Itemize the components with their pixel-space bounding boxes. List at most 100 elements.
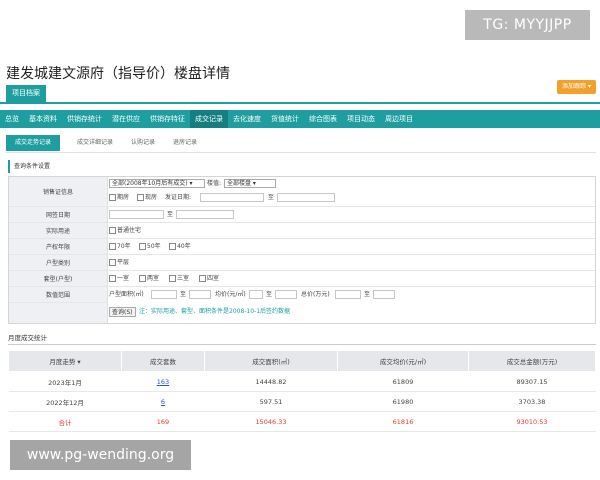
nav-sellthrough[interactable]: 去化速度 — [228, 110, 266, 128]
opt-70y[interactable]: 70年 — [109, 241, 131, 252]
row-usage: 实际用途 普通住宅 — [9, 223, 595, 239]
to-text: 至 — [266, 291, 273, 298]
cell-total-avg-price: 61816 — [337, 411, 469, 432]
area-label: 户型面积(㎡) — [109, 291, 144, 298]
opt-2room[interactable]: 两室 — [139, 273, 159, 284]
divider — [8, 344, 596, 345]
add-tracking-button[interactable]: 添加跟踪 ▾ — [557, 80, 596, 94]
checkbox-icon — [139, 275, 146, 282]
row-ranges: 数值范围 户型面积(㎡) 至 均价(元/㎡) 至 总价(万元) 至 查询(S) … — [9, 287, 595, 323]
col-avg-price: 成交均价(元/㎡) — [337, 350, 469, 372]
col-month[interactable]: 月度走势 ▾ — [8, 350, 122, 372]
watermark-top: TG: MYYJJPP — [465, 10, 590, 40]
sub-tabs: 成交走势记录 成交详细记录 认购记录 退房记录 — [6, 134, 596, 153]
checkbox-icon — [109, 227, 116, 234]
label-sign-date: 网签日期 — [9, 207, 108, 222]
checkbox-icon — [109, 259, 116, 266]
col-units: 成交套数 — [121, 350, 205, 372]
opt-50y[interactable]: 50年 — [139, 241, 161, 252]
cert-date-to[interactable] — [277, 193, 335, 202]
label-unit-type: 户型类别 — [9, 255, 108, 270]
total-to[interactable] — [373, 290, 395, 299]
col-area: 成交面积(㎡) — [204, 350, 338, 372]
subtab-refund[interactable]: 退房记录 — [164, 135, 206, 151]
area-from[interactable] — [151, 290, 177, 299]
sale-select[interactable]: 全部(2008年10月后有成交) ▾ — [109, 179, 205, 188]
col-total-amount: 成交总金额(万元) — [468, 350, 596, 372]
nav-basic-info[interactable]: 基本资料 — [24, 110, 62, 128]
subtab-subscription[interactable]: 认购记录 — [122, 135, 164, 151]
opt-1room[interactable]: 一室 — [109, 273, 129, 284]
cell-area: 14448.82 — [204, 371, 338, 392]
checkbox-icon — [139, 243, 146, 250]
row-sign-date: 网签日期 至 — [9, 207, 595, 223]
cell-total-amount: 89307.15 — [468, 371, 596, 392]
nav-news[interactable]: 项目动态 — [342, 110, 380, 128]
opt-4room[interactable]: 四室 — [199, 273, 219, 284]
nav-transactions[interactable]: 成交记录 — [190, 110, 228, 128]
opt-3room[interactable]: 三室 — [169, 273, 189, 284]
row-unit-type: 户型类别 平层 — [9, 255, 595, 271]
area-to[interactable] — [189, 290, 211, 299]
price-label: 均价(元/㎡) — [215, 291, 246, 298]
price-to[interactable] — [275, 290, 297, 299]
checkbox-icon — [169, 243, 176, 250]
nav-nearby[interactable]: 周边项目 — [380, 110, 418, 128]
monthly-stats-table: 月度走势 ▾ 成交套数 成交面积(㎡) 成交均价(元/㎡) 成交总金额(万元) … — [8, 350, 596, 432]
opt-existing[interactable]: 现房 — [137, 192, 157, 203]
label-years: 产权年限 — [9, 239, 108, 254]
building-select[interactable]: 全部楼盘 ▾ — [224, 179, 276, 188]
row-years: 产权年限 70年 50年 40年 — [9, 239, 595, 255]
page-title: 建发城建文源府（指导价）楼盘详情 — [6, 66, 230, 82]
checkbox-icon — [109, 275, 116, 282]
table-header-row: 月度走势 ▾ 成交套数 成交面积(㎡) 成交均价(元/㎡) 成交总金额(万元) — [8, 350, 596, 372]
opt-40y[interactable]: 40年 — [169, 241, 191, 252]
label-sales-cert: 销售证信息 — [9, 177, 108, 206]
cell-units-link[interactable]: 163 — [121, 371, 205, 392]
label-blank — [9, 303, 108, 323]
cell-month: 2023年1月 — [8, 371, 122, 392]
cell-avg-price: 61980 — [337, 391, 469, 412]
sign-date-to[interactable] — [176, 210, 234, 219]
total-from[interactable] — [335, 290, 361, 299]
cell-total-amount: 93010.53 — [468, 411, 596, 432]
checkbox-icon — [137, 194, 144, 201]
monthly-stats-title: 月度成交统计 — [8, 334, 47, 342]
nav-overview[interactable]: 总览 — [0, 110, 24, 128]
cert-date-from[interactable] — [200, 193, 264, 202]
search-button[interactable]: 查询(S) — [109, 307, 136, 317]
nav-potential-supply[interactable]: 潜在供应 — [107, 110, 145, 128]
total-label: 总价(万元) — [301, 291, 330, 298]
nav-value-stats[interactable]: 货值统计 — [266, 110, 304, 128]
nav-supply-features[interactable]: 供销存特征 — [145, 110, 190, 128]
to-text: 至 — [364, 291, 371, 298]
cell-units-link[interactable]: 6 — [121, 391, 205, 412]
cert-date-label: 发证日期: — [165, 194, 192, 201]
tab-project-archive[interactable]: 项目档案 — [6, 85, 46, 102]
nav-supply-stats[interactable]: 供销存统计 — [62, 110, 107, 128]
sign-date-from[interactable] — [109, 210, 164, 219]
checkbox-icon — [109, 194, 116, 201]
opt-usage-residential[interactable]: 普通住宅 — [109, 225, 141, 236]
cell-total-area: 15046.33 — [204, 411, 338, 432]
nav-charts[interactable]: 综合图表 — [304, 110, 342, 128]
cell-total-label: 合计 — [8, 411, 122, 432]
to-text: 至 — [180, 291, 187, 298]
subtab-detail[interactable]: 成交详细记录 — [68, 135, 122, 151]
price-from[interactable] — [249, 290, 263, 299]
cell-avg-price: 61809 — [337, 371, 469, 392]
subtab-trend[interactable]: 成交走势记录 — [6, 135, 61, 151]
row-sales-cert: 销售证信息 全部(2008年10月后有成交) ▾ 楼值: 全部楼盘 ▾ 期房 现… — [9, 177, 595, 207]
cell-month: 2022年12月 — [8, 391, 122, 412]
table-row: 2023年1月 163 14448.82 61809 89307.15 — [8, 371, 596, 392]
table-total-row: 合计 169 15046.33 61816 93010.53 — [8, 411, 596, 432]
cell-total-amount: 3703.38 — [468, 391, 596, 412]
cell-total-units: 169 — [121, 411, 205, 432]
checkbox-icon — [199, 275, 206, 282]
label-ranges: 数值范围 — [9, 287, 108, 303]
opt-flat[interactable]: 平层 — [109, 257, 129, 268]
table-row: 2022年12月 6 597.51 61980 3703.38 — [8, 391, 596, 412]
building-label: 楼值: — [207, 180, 222, 187]
main-nav: 总览 基本资料 供销存统计 潜在供应 供销存特征 成交记录 去化速度 货值统计 … — [0, 110, 600, 128]
opt-presale[interactable]: 期房 — [109, 192, 129, 203]
